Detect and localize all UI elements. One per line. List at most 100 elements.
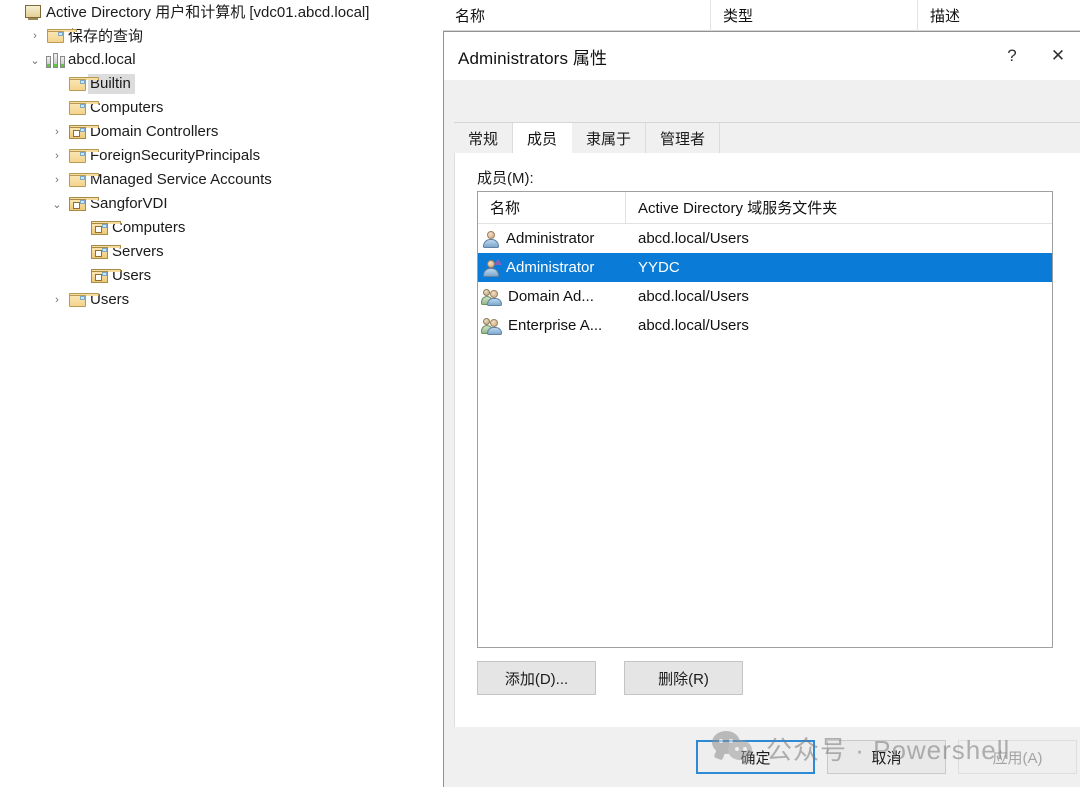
tree-item[interactable]: Servers xyxy=(0,240,426,264)
folder-icon xyxy=(68,77,99,91)
folder-icon xyxy=(46,29,77,43)
chevron-down-icon[interactable]: ⌄ xyxy=(26,48,44,72)
column-header-description[interactable]: 描述 xyxy=(918,0,1080,31)
member-name: Enterprise A... xyxy=(508,317,603,334)
members-listbox[interactable]: 名称 Active Directory 域服务文件夹 Administrator… xyxy=(477,191,1053,648)
chevron-down-icon[interactable]: ⌄ xyxy=(48,192,66,216)
ou-icon xyxy=(90,245,121,259)
user-arrow-icon xyxy=(482,258,502,277)
tree-item[interactable]: › Users xyxy=(0,288,426,312)
tree-item[interactable]: ⌄ SangforVDI xyxy=(0,192,426,216)
folder-icon xyxy=(68,173,99,187)
tab-1[interactable]: 成员 xyxy=(513,123,573,153)
chevron-right-icon[interactable]: › xyxy=(48,120,66,144)
chevron-right-icon[interactable] xyxy=(48,96,66,120)
members-list-body: Administrator abcd.local/Users Administrat… xyxy=(478,224,1052,340)
ou-icon xyxy=(68,197,99,211)
tree-item-label: Domain Controllers xyxy=(90,123,219,140)
tree-item-label: ForeignSecurityPrincipals xyxy=(90,147,261,164)
ou-icon xyxy=(68,125,99,139)
chevron-right-icon[interactable]: › xyxy=(48,168,66,192)
members-list-row[interactable]: Domain Ad... abcd.local/Users xyxy=(478,282,1052,311)
tree-item[interactable]: Users xyxy=(0,264,426,288)
ok-button[interactable]: 确定 xyxy=(696,740,815,774)
tree-item-label: abcd.local xyxy=(68,51,136,68)
dialog-title-bar[interactable]: Administrators 属性 ? ✕ xyxy=(444,32,1080,80)
chevron-right-icon[interactable]: › xyxy=(26,24,44,48)
members-action-buttons: 添加(D)... 删除(R) xyxy=(477,661,743,695)
dialog-system-buttons: ? ✕ xyxy=(989,32,1080,80)
group-icon xyxy=(481,288,502,306)
chevron-right-icon[interactable] xyxy=(70,240,88,264)
chevron-right-icon[interactable] xyxy=(70,264,88,288)
tree-item-label: Managed Service Accounts xyxy=(90,171,272,188)
member-folder: YYDC xyxy=(638,259,680,276)
cancel-button[interactable]: 取消 xyxy=(827,740,946,774)
tree-item[interactable]: ⌄ abcd.local xyxy=(0,48,426,72)
members-column-folder[interactable]: Active Directory 域服务文件夹 xyxy=(626,192,1052,224)
chevron-right-icon[interactable] xyxy=(4,0,22,24)
column-header-name[interactable]: 名称 xyxy=(443,0,711,31)
chevron-right-icon[interactable]: › xyxy=(48,144,66,168)
console-icon xyxy=(25,4,41,20)
tree-item[interactable]: Computers xyxy=(0,96,426,120)
add-button[interactable]: 添加(D)... xyxy=(477,661,596,695)
tree-item-label: SangforVDI xyxy=(90,195,168,212)
members-list-row[interactable]: Administrator YYDC xyxy=(478,253,1052,282)
dialog-title: Administrators 属性 xyxy=(458,48,608,68)
tree-item[interactable]: Active Directory 用户和计算机 [vdc01.abcd.loca… xyxy=(0,0,426,24)
remove-button[interactable]: 删除(R) xyxy=(624,661,743,695)
domain-icon xyxy=(45,52,65,68)
members-list-row[interactable]: Administrator abcd.local/Users xyxy=(478,224,1052,253)
tab-3[interactable]: 管理者 xyxy=(646,123,721,153)
member-name: Administrator xyxy=(506,230,595,247)
tree-item[interactable]: › Domain Controllers xyxy=(0,120,426,144)
screen: Active Directory 用户和计算机 [vdc01.abcd.loca… xyxy=(0,0,1080,787)
tree-item[interactable]: › 保存的查询 xyxy=(0,24,426,48)
member-folder: abcd.local/Users xyxy=(638,317,749,334)
tab-2[interactable]: 隶属于 xyxy=(572,123,647,153)
folder-icon xyxy=(68,293,99,307)
tab-bar: 常规 成员 隶属于 管理者 xyxy=(454,123,721,153)
tree-item-label: Computers xyxy=(112,219,186,236)
console-tree: Active Directory 用户和计算机 [vdc01.abcd.loca… xyxy=(0,0,426,312)
tree-item[interactable]: › ForeignSecurityPrincipals xyxy=(0,144,426,168)
members-column-name[interactable]: 名称 xyxy=(478,192,626,224)
column-header-type[interactable]: 类型 xyxy=(711,0,918,31)
ou-icon xyxy=(90,269,121,283)
tree-item-label: Active Directory 用户和计算机 [vdc01.abcd.loca… xyxy=(46,4,370,21)
folder-icon xyxy=(68,101,99,115)
member-name: Administrator xyxy=(506,259,595,276)
tab-panel-members: 成员(M): 名称 Active Directory 域服务文件夹 Admini… xyxy=(454,153,1080,765)
dialog-body: 常规 成员 隶属于 管理者 成员(M): 名称 Active Directory 域服… xyxy=(444,80,1080,787)
user-icon xyxy=(482,230,500,248)
apply-button: 应用(A) xyxy=(958,740,1077,774)
close-icon[interactable]: ✕ xyxy=(1035,32,1080,80)
chevron-right-icon[interactable] xyxy=(48,72,66,96)
chevron-right-icon[interactable] xyxy=(70,216,88,240)
tree-item-label: Computers xyxy=(90,99,164,116)
properties-dialog: Administrators 属性 ? ✕ 常规 成员 隶属于 管理者 成员(M): … xyxy=(443,31,1080,787)
members-label: 成员(M): xyxy=(477,170,534,187)
tab-label: 管理者 xyxy=(660,130,706,148)
dialog-footer: 确定 取消 应用(A) xyxy=(444,727,1080,787)
tab-label: 成员 xyxy=(527,130,558,148)
folder-icon xyxy=(68,149,99,163)
help-icon[interactable]: ? xyxy=(989,32,1035,80)
member-folder: abcd.local/Users xyxy=(638,230,749,247)
console-list-header: 名称 类型 描述 xyxy=(443,0,1080,31)
tree-item[interactable]: Computers xyxy=(0,216,426,240)
chevron-right-icon[interactable]: › xyxy=(48,288,66,312)
ou-icon xyxy=(90,221,121,235)
tab-0[interactable]: 常规 xyxy=(454,123,514,153)
tab-label: 常规 xyxy=(468,130,499,148)
member-folder: abcd.local/Users xyxy=(638,288,749,305)
members-list-row[interactable]: Enterprise A... abcd.local/Users xyxy=(478,311,1052,340)
member-name: Domain Ad... xyxy=(508,288,594,305)
tab-label: 隶属于 xyxy=(586,130,632,148)
console-tree-pane: Active Directory 用户和计算机 [vdc01.abcd.loca… xyxy=(0,0,426,787)
tree-item[interactable]: Builtin xyxy=(0,72,426,96)
tree-item-label: 保存的查询 xyxy=(68,28,144,45)
tree-item[interactable]: › Managed Service Accounts xyxy=(0,168,426,192)
group-icon xyxy=(481,317,502,335)
